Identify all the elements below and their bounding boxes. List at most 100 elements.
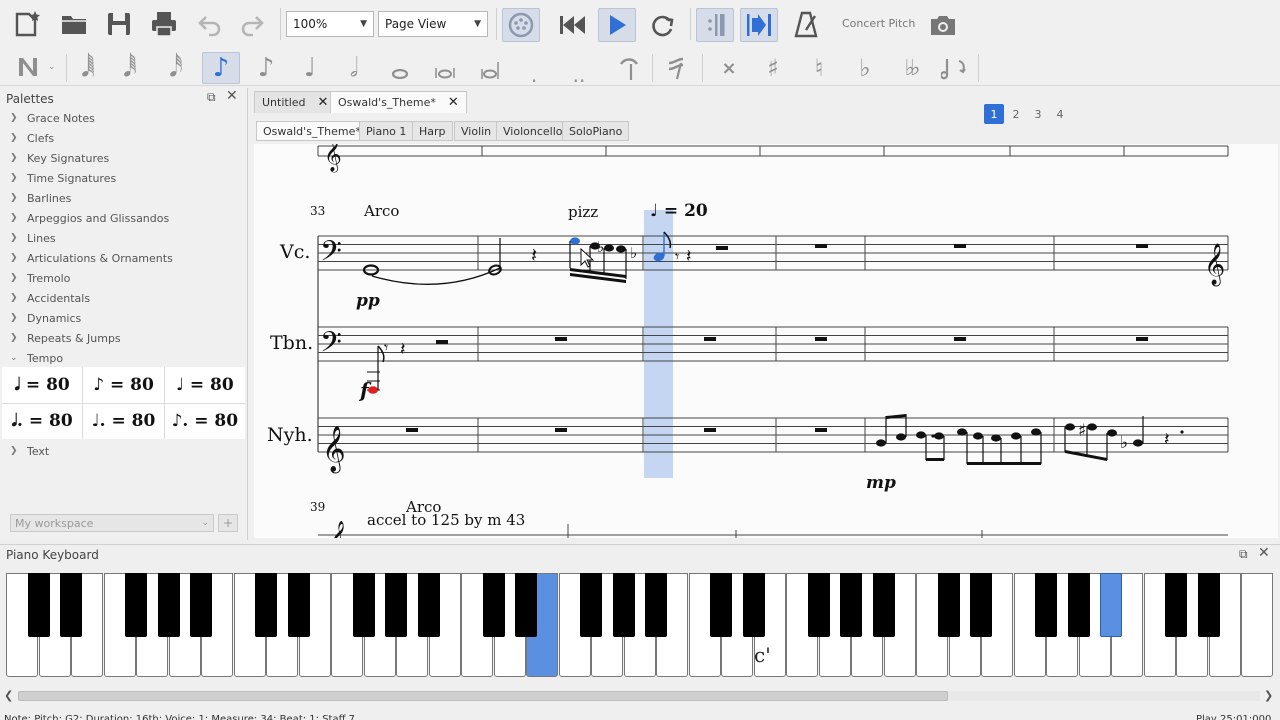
- tab-untitled[interactable]: Untitled ✕: [254, 91, 337, 113]
- palette-repeats-jumps[interactable]: ❯ Repeats & Jumps: [10, 328, 121, 348]
- black-key[interactable]: [417, 573, 440, 637]
- undo-icon[interactable]: [194, 10, 224, 40]
- duration-longa-icon[interactable]: [478, 58, 504, 82]
- duration-eighth-icon[interactable]: ♪: [202, 52, 240, 84]
- tempo-marking[interactable]: ♩ = 20: [650, 201, 708, 221]
- palette-lines[interactable]: ❯ Lines: [10, 228, 56, 248]
- voice-4-button[interactable]: 4: [1050, 104, 1070, 124]
- duration-whole-icon[interactable]: [388, 62, 412, 82]
- black-key[interactable]: [1197, 573, 1220, 637]
- double-sharp-icon[interactable]: ×: [718, 54, 740, 82]
- pan-score-icon[interactable]: [740, 8, 778, 42]
- tempo-cell-dotted-quarter[interactable]: ♩. = 80: [83, 403, 164, 439]
- black-key[interactable]: [645, 573, 667, 637]
- black-key[interactable]: [60, 573, 82, 637]
- metronome-icon[interactable]: [790, 8, 822, 40]
- subtab-piano-1[interactable]: Piano 1: [359, 121, 414, 141]
- black-key[interactable]: [385, 573, 407, 637]
- duration-breve-icon[interactable]: [432, 62, 458, 82]
- close-icon[interactable]: ✕: [318, 95, 329, 110]
- save-icon[interactable]: [103, 8, 135, 40]
- black-key[interactable]: [742, 573, 765, 637]
- chevron-down-icon[interactable]: ⌄: [48, 62, 56, 72]
- black-key[interactable]: [157, 573, 180, 637]
- piano-keyboard[interactable]: [6, 573, 1274, 677]
- palette-text[interactable]: ❯ Text: [10, 441, 49, 461]
- rewind-icon[interactable]: [556, 10, 588, 40]
- new-score-icon[interactable]: [12, 8, 44, 40]
- tempo-cell-eighth[interactable]: ♪ = 80: [83, 367, 164, 403]
- subtab-harp[interactable]: Harp: [412, 121, 453, 141]
- black-key[interactable]: [807, 573, 830, 637]
- close-icon[interactable]: ✕: [448, 95, 459, 110]
- palette-clefs[interactable]: ❯ Clefs: [10, 128, 54, 148]
- duration-64th-icon[interactable]: 𝅘𝅥𝅲: [76, 54, 100, 82]
- black-key[interactable]: [27, 573, 50, 637]
- tempo-cell-half[interactable]: 𝅗𝅥 = 80: [2, 367, 83, 403]
- sharp-icon[interactable]: ♯: [760, 54, 786, 82]
- duration-quarter-icon[interactable]: ♩: [298, 54, 322, 82]
- tempo-cell-quarter[interactable]: ♩ = 80: [164, 367, 245, 403]
- palette-accidentals[interactable]: ❯ Accidentals: [10, 288, 90, 308]
- float-panel-icon[interactable]: ⧉: [207, 90, 216, 105]
- palette-tremolo[interactable]: ❯ Tremolo: [10, 268, 70, 288]
- duration-half-icon[interactable]: 𝅗𝅥: [342, 54, 366, 82]
- black-key[interactable]: [515, 573, 537, 637]
- tempo-cell-dotted-eighth[interactable]: ♪. = 80: [164, 403, 245, 439]
- palette-tempo[interactable]: ⌄ Tempo: [10, 348, 63, 368]
- black-key[interactable]: [1100, 573, 1122, 637]
- voice-1-button[interactable]: 1: [984, 104, 1004, 124]
- print-icon[interactable]: [148, 8, 180, 40]
- dynamic-pp[interactable]: pp: [356, 291, 380, 311]
- palette-key-signatures[interactable]: ❯ Key Signatures: [10, 148, 109, 168]
- white-key[interactable]: [1241, 573, 1273, 677]
- augmentation-dot-icon[interactable]: .: [526, 63, 542, 87]
- tie-icon[interactable]: [616, 54, 642, 82]
- rest-icon[interactable]: [664, 54, 692, 82]
- subtab-violin[interactable]: Violin: [454, 121, 499, 141]
- black-key[interactable]: [190, 573, 212, 637]
- midi-input-icon[interactable]: [502, 8, 540, 42]
- open-folder-icon[interactable]: [58, 8, 90, 40]
- add-workspace-button[interactable]: +: [218, 514, 238, 532]
- scroll-thumb[interactable]: [18, 691, 948, 701]
- workspace-select[interactable]: My workspace ⌄: [10, 514, 214, 532]
- flat-icon[interactable]: ♭: [852, 54, 878, 82]
- natural-icon[interactable]: ♮: [806, 54, 832, 82]
- palette-time-signatures[interactable]: ❯ Time Signatures: [10, 168, 116, 188]
- selected-note[interactable]: [570, 237, 580, 245]
- close-icon[interactable]: ✕: [226, 88, 238, 104]
- flip-direction-icon[interactable]: [940, 54, 970, 82]
- black-key[interactable]: [125, 573, 147, 637]
- duration-32nd-icon[interactable]: 𝅘𝅥𝅱: [118, 54, 142, 82]
- play-icon[interactable]: [598, 8, 636, 42]
- redo-icon[interactable]: [238, 10, 268, 40]
- score-view[interactable]: 𝄞 𝄢 𝄢 𝄞 𝄞 Vc. Tbn. Nyh. 33 Arco pizz ♩ =…: [254, 144, 1278, 538]
- double-flat-icon[interactable]: ♭♭: [896, 54, 924, 82]
- accel-marking[interactable]: accel to 125 by m 43: [367, 511, 525, 529]
- black-key[interactable]: [1067, 573, 1090, 637]
- repeat-playback-icon[interactable]: [696, 8, 734, 42]
- voice-3-button[interactable]: 3: [1028, 104, 1048, 124]
- black-key[interactable]: [1035, 573, 1057, 637]
- out-of-range-note[interactable]: [368, 386, 378, 394]
- black-key[interactable]: [612, 573, 635, 637]
- float-panel-icon[interactable]: ⧉: [1239, 547, 1248, 562]
- subtab-solopiano[interactable]: SoloPiano: [562, 121, 630, 141]
- palette-grace-notes[interactable]: ❯ Grace Notes: [10, 108, 95, 128]
- subtab-violoncello[interactable]: Violoncello: [496, 121, 570, 141]
- black-key[interactable]: [580, 573, 602, 637]
- black-key[interactable]: [710, 573, 732, 637]
- note-input-mode-icon[interactable]: [14, 54, 44, 80]
- black-key[interactable]: [287, 573, 310, 637]
- close-icon[interactable]: ✕: [1258, 545, 1270, 561]
- black-key[interactable]: [352, 573, 375, 637]
- view-mode-select[interactable]: Page View ▼: [378, 11, 488, 37]
- black-key[interactable]: [970, 573, 992, 637]
- voice-2-button[interactable]: 2: [1006, 104, 1026, 124]
- black-key[interactable]: [1165, 573, 1187, 637]
- concert-pitch-toggle[interactable]: Concert Pitch: [842, 17, 915, 30]
- palette-articulations[interactable]: ❯ Articulations & Ornaments: [10, 248, 173, 268]
- black-key[interactable]: [482, 573, 505, 637]
- camera-icon[interactable]: [926, 10, 960, 40]
